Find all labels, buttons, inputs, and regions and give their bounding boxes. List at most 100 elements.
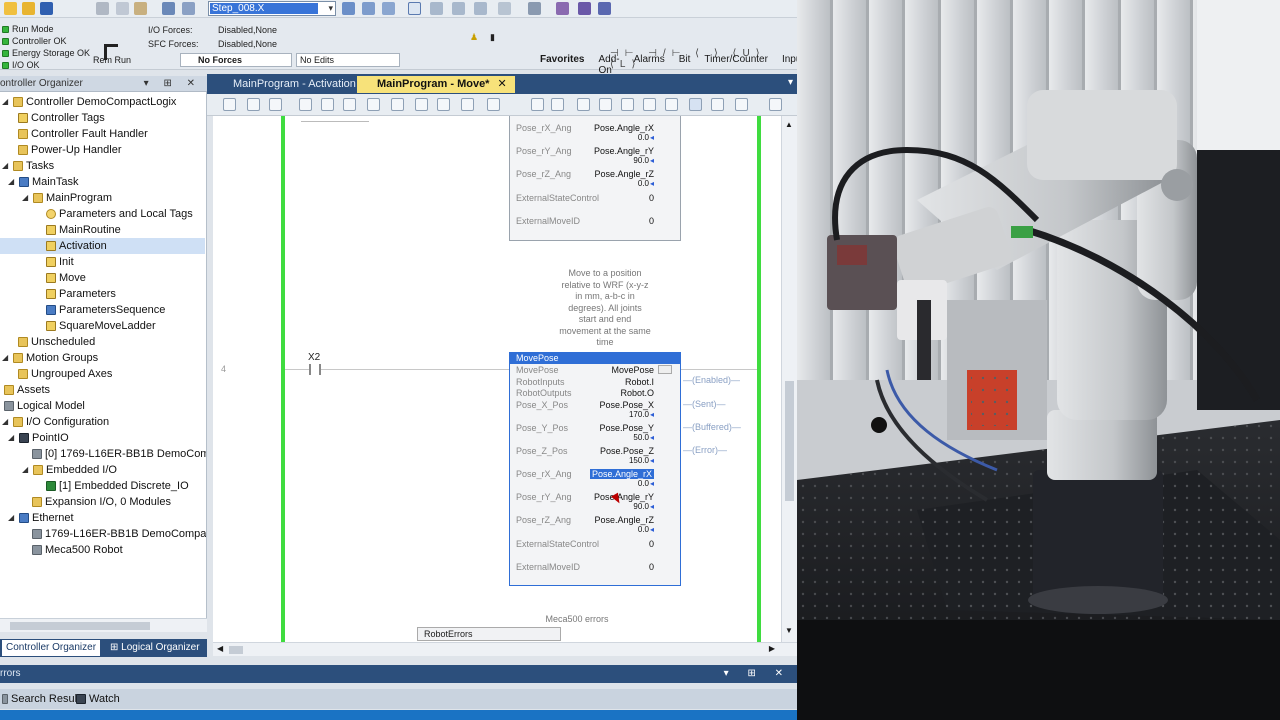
tree-item[interactable]: ◢ Tasks — [2, 158, 54, 174]
robot-errors-block[interactable]: RobotErrors — [417, 627, 561, 641]
tree-item-selected[interactable]: Activation — [0, 238, 205, 254]
scroll-left-icon[interactable]: ◀ — [217, 644, 223, 653]
param-tag[interactable]: Pose.Angle_rY — [594, 146, 654, 156]
scroll-up-icon[interactable]: ▲ — [785, 120, 793, 129]
xic-icon[interactable] — [299, 98, 312, 111]
open-folder-icon[interactable] — [22, 2, 35, 15]
param-tag[interactable]: MovePose — [611, 365, 654, 375]
tree-item[interactable]: Parameters — [46, 286, 116, 302]
rung-comment[interactable]: Move to a position relative to WRF (x-y-… — [559, 268, 651, 349]
bookmark-icon[interactable] — [577, 98, 590, 111]
errors-panel-buttons[interactable]: ▾ ⊞ ✕ — [724, 665, 791, 683]
param-tag[interactable]: Pose.Angle_rZ — [594, 515, 654, 525]
tree-item[interactable]: ParametersSequence — [46, 302, 165, 318]
organizer-header-buttons[interactable]: ▾ ⊞ ✕ — [144, 76, 201, 91]
find-prev-icon[interactable] — [362, 2, 375, 15]
prev-bookmark-icon[interactable] — [621, 98, 634, 111]
scroll-thumb[interactable] — [785, 381, 794, 501]
param-tag[interactable]: Pose.Angle_rY — [594, 492, 654, 502]
ote-icon[interactable] — [343, 98, 356, 111]
search-icon[interactable] — [342, 2, 355, 15]
ellipsis-button[interactable] — [658, 365, 672, 374]
redo-icon[interactable] — [182, 2, 195, 15]
display-mode-icon[interactable] — [689, 98, 702, 111]
tree-item[interactable]: SquareMoveLadder — [46, 318, 156, 334]
tab-timer-counter[interactable]: Timer/Counter — [704, 54, 768, 76]
collapse-icon[interactable]: ◢ — [2, 414, 10, 430]
tree-item[interactable]: Parameters and Local Tags — [46, 206, 193, 222]
clear-bookmark-icon[interactable] — [643, 98, 656, 111]
tree-item[interactable]: Controller Tags — [18, 110, 105, 126]
tag-display-icon[interactable] — [711, 98, 724, 111]
tab-bit[interactable]: Bit — [679, 54, 691, 76]
ons-icon[interactable] — [415, 98, 428, 111]
otl-icon[interactable] — [367, 98, 380, 111]
upload-icon[interactable] — [498, 2, 511, 15]
tab-watch[interactable]: Watch — [76, 691, 120, 707]
tree-item[interactable]: [1] Embedded Discrete_IO — [46, 478, 189, 494]
tree-item[interactable]: ◢ Controller DemoCompactLogix — [2, 94, 176, 110]
collapse-icon[interactable]: ◢ — [2, 158, 10, 174]
new-file-icon[interactable] — [4, 2, 17, 15]
zoom-out-icon[interactable] — [551, 98, 564, 111]
tree-item[interactable]: Logical Model — [4, 398, 85, 414]
branch-level-icon[interactable] — [269, 98, 282, 111]
tree-item[interactable]: ◢ I/O Configuration — [2, 414, 109, 430]
branch-icon[interactable] — [247, 98, 260, 111]
param-tag[interactable]: Robot.O — [620, 388, 654, 398]
collapse-icon[interactable]: ◢ — [8, 174, 16, 190]
tab-alarms[interactable]: Alarms — [634, 54, 665, 76]
build-icon[interactable] — [452, 2, 465, 15]
param-tag[interactable]: Pose.Angle_rX — [594, 123, 654, 133]
scroll-thumb[interactable] — [229, 646, 243, 654]
online-icon[interactable] — [528, 2, 541, 15]
tab-add-on[interactable]: Add-On — [598, 54, 619, 76]
save-icon[interactable] — [40, 2, 53, 15]
tree-item[interactable]: ◢ Ethernet — [8, 510, 74, 526]
tree-item[interactable]: Power-Up Handler — [18, 142, 121, 158]
next-bookmark-icon[interactable] — [599, 98, 612, 111]
help-icon[interactable] — [578, 2, 591, 15]
tree-item[interactable]: ◢ MainTask — [8, 174, 78, 190]
ton-icon[interactable] — [437, 98, 450, 111]
scroll-right-icon[interactable]: ▶ — [769, 644, 775, 653]
tree-item[interactable]: ◢ Motion Groups — [2, 350, 98, 366]
verify-routine-icon[interactable] — [665, 98, 678, 111]
online-edit-icon[interactable] — [769, 98, 782, 111]
param-tag[interactable]: Pose.Angle_rZ — [594, 169, 654, 179]
editor-hscrollbar[interactable]: ◀ ▶ — [213, 642, 797, 656]
verify-icon[interactable] — [408, 2, 421, 15]
rung-icon[interactable] — [223, 98, 236, 111]
run-icon[interactable] — [487, 98, 500, 111]
collapse-icon[interactable]: ◢ — [8, 430, 16, 446]
pin-icon[interactable]: ♟ — [470, 32, 478, 43]
collapse-icon[interactable]: ◢ — [8, 510, 16, 526]
properties-icon[interactable] — [556, 2, 569, 15]
tree-item[interactable]: Move — [46, 270, 86, 286]
editor-vscrollbar[interactable]: ▲ ▼ — [781, 116, 797, 642]
param-tag[interactable]: Pose.Pose_Z — [600, 446, 654, 456]
collapse-icon[interactable]: ◢ — [2, 350, 10, 366]
tree-item[interactable]: [0] 1769-L16ER-BB1B DemoCom — [32, 446, 206, 462]
tab-favorites[interactable]: Favorites — [540, 54, 584, 76]
param-tag-selected[interactable]: Pose.Angle_rX — [589, 469, 654, 479]
xic-contact[interactable] — [309, 364, 321, 375]
movepose-function-block[interactable]: MovePose MovePose MovePose RobotInputs Rob… — [509, 352, 681, 586]
edits-dropdown[interactable]: No Edits — [296, 53, 400, 67]
scroll-down-icon[interactable]: ▼ — [785, 626, 793, 635]
scroll-thumb[interactable] — [10, 622, 150, 630]
forces-dropdown[interactable]: No Forces — [180, 53, 292, 67]
paste-icon[interactable] — [134, 2, 147, 15]
otu-icon[interactable] — [391, 98, 404, 111]
tree-item[interactable]: Assets — [4, 382, 50, 398]
tree-item[interactable]: Ungrouped Axes — [18, 366, 112, 382]
tab-input[interactable]: Inpu — [782, 54, 797, 76]
step-combo[interactable]: Step_008.X ▾ — [208, 1, 336, 16]
collapse-icon[interactable]: ◢ — [22, 462, 30, 478]
tab-controller-organizer[interactable]: Controller Organizer — [2, 640, 101, 656]
undo-icon[interactable] — [162, 2, 175, 15]
tree-item[interactable]: ◢ PointIO — [8, 430, 69, 446]
tab-mainprogram-activation[interactable]: MainProgram - Activation — [213, 76, 364, 93]
zoom-in-icon[interactable] — [531, 98, 544, 111]
ladder-editor[interactable]: Pose_rX_AngPose.Angle_rX0.0 Pose_rY_AngP… — [213, 116, 781, 642]
